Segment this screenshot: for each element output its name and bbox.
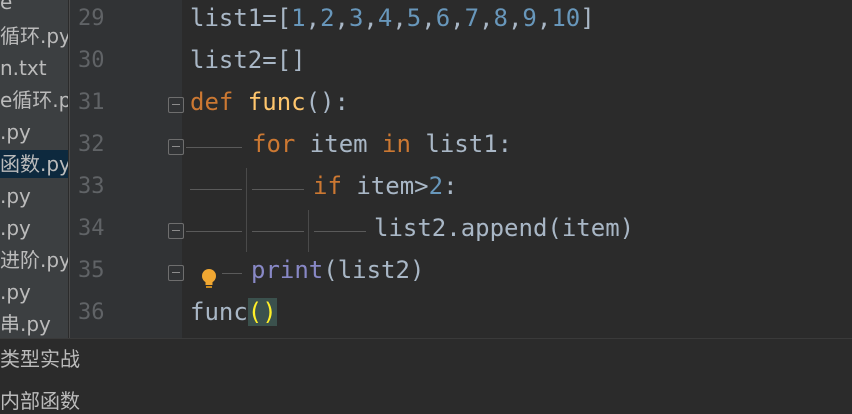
file-tree-item[interactable]: 进阶.py — [0, 246, 68, 274]
code-line[interactable]: func() — [190, 298, 277, 326]
code-token: list1: — [425, 130, 513, 158]
file-tree-item[interactable]: 串.py — [0, 310, 51, 338]
line-number: 31 — [78, 90, 105, 115]
code-token: ] — [580, 4, 595, 32]
file-tree-item[interactable]: n.txt — [0, 54, 47, 82]
code-line[interactable]: list2.append(item) — [374, 214, 634, 242]
code-token: 1 — [291, 4, 306, 32]
indent-guide — [314, 231, 366, 232]
code-token: , — [536, 4, 552, 32]
code-token: 7 — [464, 4, 480, 32]
code-line[interactable]: for item in list1: — [252, 130, 512, 158]
line-number: 35 — [78, 258, 105, 283]
code-line[interactable]: def func(): — [190, 88, 349, 116]
indent-guide — [190, 189, 242, 190]
code-token: 5 — [406, 4, 422, 32]
code-token: print — [251, 256, 324, 284]
project-file-tree: e 循环.py n.txt e循环.py .py 函数.py .py .py 进… — [0, 0, 68, 340]
file-tree-item[interactable]: 类型实战 — [0, 343, 80, 372]
code-token: , — [450, 4, 465, 32]
indent-guide-vertical — [308, 210, 309, 252]
line-number: 33 — [78, 174, 105, 199]
code-token: list1=[ — [190, 4, 292, 32]
code-token: func — [247, 88, 306, 116]
code-token: for — [252, 130, 310, 158]
bottom-panel: 类型实战 内部函数 — [0, 338, 852, 413]
fold-end-marker-icon[interactable] — [168, 223, 184, 239]
code-token: , — [479, 4, 494, 32]
fold-marker-icon[interactable] — [168, 139, 184, 155]
code-token: item> — [356, 172, 429, 200]
code-token: , — [334, 4, 349, 32]
code-token: 2 — [320, 4, 335, 32]
code-token: in — [382, 130, 426, 158]
code-line[interactable]: print(list2) — [251, 256, 424, 284]
code-token: 8 — [493, 4, 508, 32]
code-token: , — [507, 4, 523, 32]
fold-end-marker-icon[interactable] — [168, 265, 184, 281]
code-token: 9 — [522, 4, 537, 32]
line-number: 30 — [78, 48, 105, 73]
code-token: : — [443, 172, 458, 200]
line-number: 36 — [78, 300, 105, 325]
file-tree-item[interactable]: .py — [0, 182, 31, 210]
indent-guide — [222, 273, 242, 274]
lightbulb-intention-icon[interactable] — [201, 268, 217, 290]
file-tree-item[interactable]: .py — [0, 214, 31, 242]
file-tree-item[interactable]: e — [0, 0, 12, 16]
code-token: , — [392, 4, 407, 32]
code-token: (): — [305, 88, 349, 116]
code-token: list2.append(item) — [374, 214, 635, 242]
code-line[interactable]: if item>2: — [313, 172, 458, 200]
code-token: 4 — [377, 4, 393, 32]
code-token: def — [190, 88, 248, 116]
line-number: 32 — [78, 132, 105, 157]
file-tree-item[interactable]: e循环.py — [0, 86, 68, 114]
indent-guide-vertical — [246, 168, 247, 252]
code-token: 2 — [428, 172, 444, 200]
file-tree-item[interactable]: .py — [0, 278, 31, 306]
file-tree-item[interactable]: 循环.py — [0, 22, 68, 50]
indent-guide — [252, 189, 304, 190]
code-line[interactable]: list1=[1,2,3,4,5,6,7,8,9,10] — [190, 4, 595, 32]
code-token: func — [190, 298, 248, 326]
code-token: 3 — [348, 4, 364, 32]
code-token: 6 — [435, 4, 451, 32]
code-token: () — [247, 298, 277, 326]
line-number: 29 — [78, 6, 105, 31]
fold-marker-icon[interactable] — [168, 97, 184, 113]
code-token: list2=[] — [190, 46, 306, 74]
code-token: , — [305, 4, 321, 32]
indent-guide — [186, 147, 242, 148]
code-token: , — [363, 4, 378, 32]
code-line[interactable]: list2=[] — [190, 46, 306, 74]
line-number: 34 — [78, 216, 105, 241]
file-tree-item[interactable]: .py — [0, 118, 31, 146]
indent-guide — [186, 231, 242, 232]
code-token: if — [313, 172, 357, 200]
code-token: (list2) — [323, 256, 425, 284]
file-tree-item-selected[interactable]: 函数.py — [0, 150, 68, 178]
indent-guide — [252, 231, 304, 232]
code-token: 10 — [551, 4, 581, 32]
code-token: item — [309, 130, 383, 158]
code-token: , — [421, 4, 436, 32]
